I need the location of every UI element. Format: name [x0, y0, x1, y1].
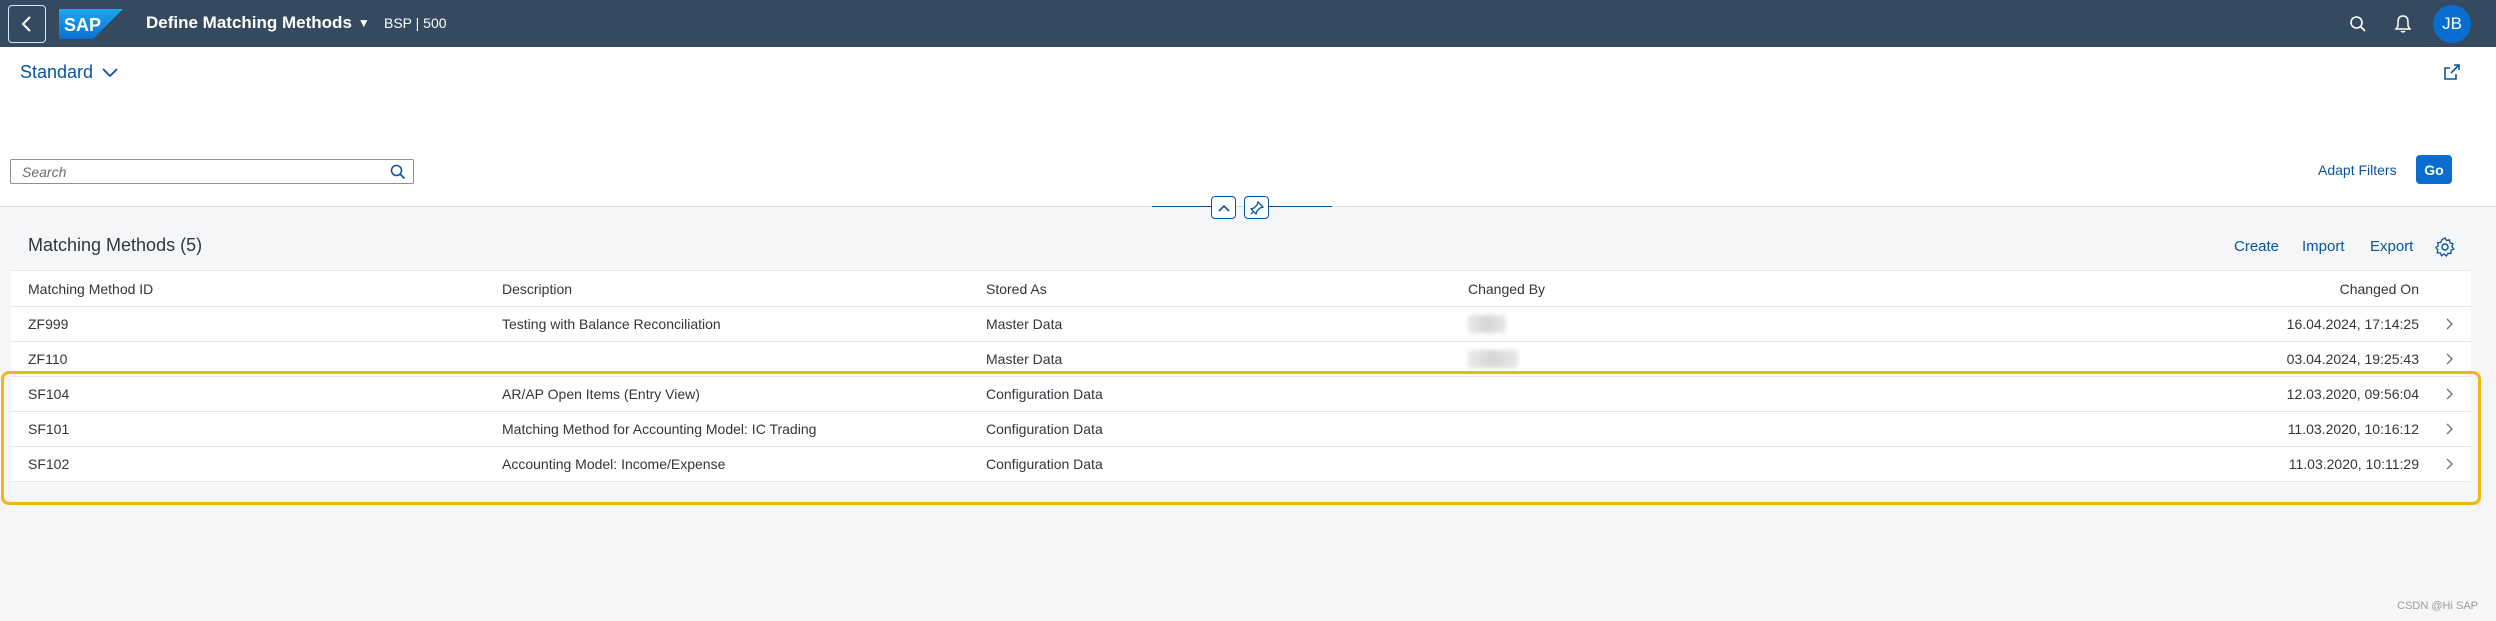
watermark: CSDN @Hi SAP [2397, 600, 2478, 612]
chevron-up-icon [1217, 204, 1230, 212]
chevron-right-icon[interactable] [2445, 377, 2453, 411]
user-avatar[interactable]: JB [2433, 5, 2471, 43]
cell-id: SF104 [28, 386, 70, 402]
column-header-changed-by[interactable]: Changed By [1468, 271, 1545, 306]
search-input[interactable] [11, 163, 381, 180]
matching-methods-table: Matching Method ID Description Stored As… [11, 270, 2471, 482]
chevron-down-icon [102, 67, 118, 77]
table-row[interactable]: SF104 AR/AP Open Items (Entry View) Conf… [11, 377, 2471, 412]
variant-selector[interactable]: Standard [20, 62, 119, 83]
table-row[interactable]: ZF110 Master Data 03.04.2024, 19:25:43 [11, 342, 2471, 377]
caret-down-icon: ▼ [357, 16, 370, 30]
share-icon[interactable] [2440, 60, 2464, 84]
search-icon[interactable] [389, 163, 407, 181]
import-button[interactable]: Import [2302, 238, 2345, 255]
cell-stored-as: Configuration Data [986, 421, 1103, 437]
collapse-header-button[interactable] [1211, 196, 1236, 219]
app-title: Define Matching Methods [146, 13, 352, 32]
column-header-changed-on[interactable]: Changed On [2340, 271, 2419, 306]
pin-header-button[interactable] [1244, 196, 1269, 219]
chevron-right-icon[interactable] [2445, 447, 2453, 481]
cell-id: ZF999 [28, 316, 69, 332]
chevron-left-icon [21, 16, 31, 32]
table-row[interactable]: SF102 Accounting Model: Income/Expense C… [11, 447, 2471, 482]
filter-header: Standard Adapt Filters Go [0, 47, 2496, 207]
cell-changed-on: 16.04.2024, 17:14:25 [2286, 316, 2419, 332]
cell-id: SF102 [28, 456, 70, 472]
chevron-right-icon[interactable] [2445, 307, 2453, 341]
cell-id: SF101 [28, 421, 70, 437]
search-field[interactable] [10, 159, 414, 184]
column-header-description[interactable]: Description [502, 271, 572, 306]
adapt-filters-button[interactable]: Adapt Filters [2318, 162, 2397, 178]
cell-changed-on: 03.04.2024, 19:25:43 [2286, 351, 2419, 367]
cell-description: Matching Method for Accounting Model: IC… [502, 421, 817, 437]
header-divider-right [1268, 206, 1332, 207]
cell-changed-on: 11.03.2020, 10:11:29 [2288, 456, 2419, 472]
cell-description: AR/AP Open Items (Entry View) [502, 386, 700, 402]
gear-icon[interactable] [2434, 236, 2456, 258]
shell-bar: SAP Define Matching Methods ▼ BSP | 500 … [0, 0, 2496, 47]
search-icon[interactable] [2346, 12, 2370, 36]
svg-text:SAP: SAP [64, 15, 101, 35]
cell-changed-on: 12.03.2020, 09:56:04 [2286, 386, 2419, 402]
chevron-right-icon[interactable] [2445, 412, 2453, 446]
cell-description: Testing with Balance Reconciliation [502, 316, 721, 332]
table-row[interactable]: ZF999 Testing with Balance Reconciliatio… [11, 307, 2471, 342]
chevron-right-icon[interactable] [2445, 342, 2453, 376]
table-title: Matching Methods (5) [28, 235, 203, 255]
column-header-id[interactable]: Matching Method ID [28, 271, 153, 306]
column-header-stored-as[interactable]: Stored As [986, 271, 1047, 306]
create-button[interactable]: Create [2234, 238, 2279, 255]
system-info: BSP | 500 [384, 15, 447, 31]
variant-label: Standard [20, 62, 94, 82]
sap-logo: SAP [59, 9, 123, 39]
cell-changed-by-redacted [1468, 342, 1518, 376]
back-button[interactable] [8, 5, 46, 43]
cell-id: ZF110 [28, 351, 68, 367]
table-header-row: Matching Method ID Description Stored As… [11, 271, 2471, 307]
notification-bell-icon[interactable] [2391, 12, 2415, 36]
table-row[interactable]: SF101 Matching Method for Accounting Mod… [11, 412, 2471, 447]
export-button[interactable]: Export [2370, 238, 2413, 255]
cell-stored-as: Configuration Data [986, 456, 1103, 472]
pin-icon [1249, 200, 1264, 215]
cell-description: Accounting Model: Income/Expense [502, 456, 726, 472]
cell-changed-by-redacted [1468, 307, 1506, 341]
header-divider-left [1152, 206, 1212, 207]
cell-stored-as: Master Data [986, 351, 1063, 367]
cell-changed-on: 11.03.2020, 10:16:12 [2287, 421, 2419, 437]
app-title-menu[interactable]: Define Matching Methods ▼ [146, 13, 370, 33]
go-button[interactable]: Go [2416, 155, 2452, 184]
cell-stored-as: Master Data [986, 316, 1063, 332]
cell-stored-as: Configuration Data [986, 386, 1103, 402]
